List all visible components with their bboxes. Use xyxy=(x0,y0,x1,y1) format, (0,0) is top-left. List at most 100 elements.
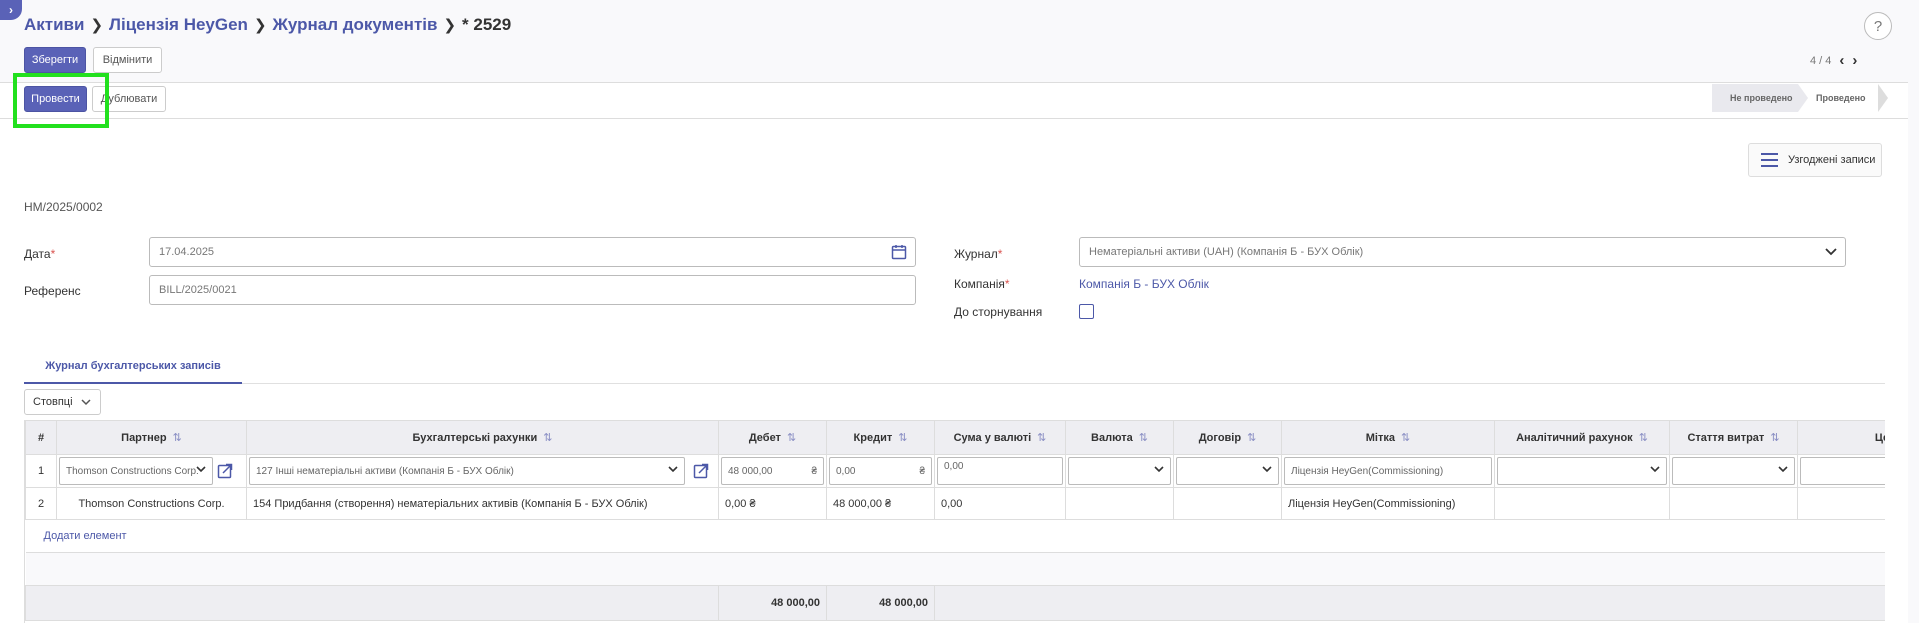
stage-draft[interactable]: Не проведено xyxy=(1712,84,1808,112)
company-link[interactable]: Компанія Б - БУХ Облік xyxy=(1079,277,1209,291)
breadcrumb: Активи ❯ Ліцензія HeyGen ❯ Журнал докуме… xyxy=(24,15,511,35)
analytic-account-select[interactable] xyxy=(1497,457,1667,485)
journal-items-grid: # Партнер ⇅ Бухгалтерські рахунки ⇅ Дебет ⇅… xyxy=(24,420,1885,623)
chevron-right-icon: ❯ xyxy=(253,17,267,34)
reference-label: Референс xyxy=(24,284,81,298)
breadcrumb-item-license[interactable]: Ліцензія HeyGen xyxy=(109,15,248,35)
expense-item-cell[interactable] xyxy=(1669,487,1798,520)
account-cell[interactable]: 127 Інші нематеріальні активи (Компанія … xyxy=(246,454,719,488)
columns-button[interactable]: Стовпці xyxy=(24,389,101,415)
col-debit[interactable]: Дебет ⇅ xyxy=(718,420,827,455)
control-panel: › Активи ❯ Ліцензія HeyGen ❯ Журнал доку… xyxy=(0,0,1919,82)
pager-next-icon[interactable]: › xyxy=(1852,52,1857,69)
reconciled-entries-button[interactable]: Узгоджені записи xyxy=(1748,143,1882,177)
totals-row: 48 000,00 48 000,00 xyxy=(25,585,1885,621)
sort-icon: ⇅ xyxy=(1138,432,1148,444)
add-line-link[interactable]: Додати елемент xyxy=(32,530,127,542)
col-partner[interactable]: Партнер ⇅ xyxy=(56,420,247,455)
table-row[interactable]: 2 Thomson Constructions Corp. 154 Придба… xyxy=(25,487,1885,520)
expense-item-select[interactable] xyxy=(1672,457,1795,485)
reversal-checkbox[interactable] xyxy=(1079,304,1094,319)
pager-value[interactable]: 4 / 4 xyxy=(1810,55,1831,67)
analytic-account-cell[interactable] xyxy=(1494,487,1670,520)
total-debit: 48 000,00 xyxy=(718,585,827,621)
debit-cell[interactable]: 0,00 ₴ xyxy=(718,487,827,520)
amount-currency-input[interactable]: 0,00 xyxy=(937,457,1063,485)
cost-center-select[interactable] xyxy=(1800,457,1885,485)
account-cell[interactable]: 154 Придбання (створення) нематеріальних… xyxy=(246,487,719,520)
col-credit[interactable]: Кредит ⇅ xyxy=(826,420,935,455)
contract-cell[interactable] xyxy=(1173,487,1282,520)
col-index: # xyxy=(25,420,57,455)
row-index: 1 xyxy=(25,454,57,488)
amount-currency-cell[interactable]: 0,00 xyxy=(934,454,1066,488)
analytic-account-cell[interactable] xyxy=(1494,454,1670,488)
label-cell[interactable]: Ліцензія HeyGen(Commissioning) xyxy=(1281,454,1495,488)
chevron-down-icon xyxy=(1650,466,1660,473)
breadcrumb-item-assets[interactable]: Активи xyxy=(24,15,84,35)
stage-posted[interactable]: Проведено xyxy=(1798,84,1888,112)
sort-icon: ⇅ xyxy=(172,432,182,444)
col-expense-item[interactable]: Стаття витрат ⇅ xyxy=(1669,420,1798,455)
credit-input[interactable]: 0,00 ₴ xyxy=(829,457,932,485)
credit-cell[interactable]: 0,00 ₴ xyxy=(826,454,935,488)
account-select[interactable]: 127 Інші нематеріальні активи (Компанія … xyxy=(249,457,685,485)
debit-cell[interactable]: 48 000,00 ₴ xyxy=(718,454,827,488)
currency-cell[interactable] xyxy=(1065,454,1174,488)
partner-cell[interactable]: Thomson Constructions Corp. xyxy=(56,454,247,488)
col-account[interactable]: Бухгалтерські рахунки ⇅ xyxy=(246,420,719,455)
col-cost-center[interactable]: Центр витрат xyxy=(1797,420,1885,455)
table-row[interactable]: 1 Thomson Constructions Corp. 127 Інші н… xyxy=(25,454,1885,488)
help-icon[interactable]: ? xyxy=(1864,12,1892,40)
currency-select[interactable] xyxy=(1068,457,1171,485)
reference-field[interactable]: BILL/2025/0021 xyxy=(149,275,916,305)
partner-select[interactable]: Thomson Constructions Corp. xyxy=(59,457,213,485)
journal-select[interactable]: Нематеріальні активи (UAH) (Компанія Б -… xyxy=(1079,237,1846,267)
sort-icon: ⇅ xyxy=(1247,432,1257,444)
sort-icon: ⇅ xyxy=(543,432,553,444)
totals-spacer xyxy=(25,585,719,621)
credit-cell[interactable]: 48 000,00 ₴ xyxy=(826,487,935,520)
cost-center-cell[interactable] xyxy=(1797,454,1885,488)
amount-currency-cell[interactable]: 0,00 xyxy=(934,487,1066,520)
status-bar: Не проведено Проведено xyxy=(1712,84,1888,112)
cost-center-cell[interactable] xyxy=(1797,487,1885,520)
discard-button[interactable]: Відмінити xyxy=(93,47,162,73)
tab-journal-items[interactable]: Журнал бухгалтерських записів xyxy=(24,350,242,384)
sort-icon: ⇅ xyxy=(1401,432,1411,444)
col-label[interactable]: Мітка ⇅ xyxy=(1281,420,1495,455)
label-input[interactable]: Ліцензія HeyGen(Commissioning) xyxy=(1284,457,1492,485)
date-value: 17.04.2025 xyxy=(159,246,215,258)
external-link-icon[interactable] xyxy=(693,463,709,479)
col-contract[interactable]: Договір ⇅ xyxy=(1173,420,1282,455)
partner-cell[interactable]: Thomson Constructions Corp. xyxy=(56,487,247,520)
pager-prev-icon[interactable]: ‹ xyxy=(1839,52,1844,69)
highlight-box xyxy=(13,73,109,128)
chevron-right-icon[interactable]: › xyxy=(0,0,22,20)
journal-label: Журнал* xyxy=(954,247,1003,261)
col-analytic-account[interactable]: Аналітичний рахунок ⇅ xyxy=(1494,420,1670,455)
reference-value: BILL/2025/0021 xyxy=(159,284,237,296)
col-currency[interactable]: Валюта ⇅ xyxy=(1065,420,1174,455)
save-button[interactable]: Зберегти xyxy=(24,47,86,73)
contract-select[interactable] xyxy=(1176,457,1279,485)
sort-icon: ⇅ xyxy=(1037,432,1047,444)
sort-icon: ⇅ xyxy=(786,432,797,444)
debit-input[interactable]: 48 000,00 ₴ xyxy=(721,457,824,485)
calendar-icon[interactable] xyxy=(891,244,907,260)
sort-icon: ⇅ xyxy=(1638,432,1648,444)
chevron-down-icon xyxy=(1262,466,1272,473)
label-cell[interactable]: Ліцензія HeyGen(Commissioning) xyxy=(1281,487,1495,520)
chevron-down-icon xyxy=(81,399,91,406)
contract-cell[interactable] xyxy=(1173,454,1282,488)
col-amount-currency[interactable]: Сума у валюті ⇅ xyxy=(934,420,1066,455)
table-header-row: # Партнер ⇅ Бухгалтерські рахунки ⇅ Дебет ⇅… xyxy=(25,420,1885,455)
hamburger-icon xyxy=(1761,153,1778,167)
breadcrumb-item-journal[interactable]: Журнал документів xyxy=(273,15,438,35)
chevron-down-icon xyxy=(1778,466,1788,473)
external-link-icon[interactable] xyxy=(217,463,233,479)
expense-item-cell[interactable] xyxy=(1669,454,1798,488)
currency-cell[interactable] xyxy=(1065,487,1174,520)
date-field[interactable]: 17.04.2025 xyxy=(149,237,916,267)
company-label: Компанія* xyxy=(954,277,1010,291)
